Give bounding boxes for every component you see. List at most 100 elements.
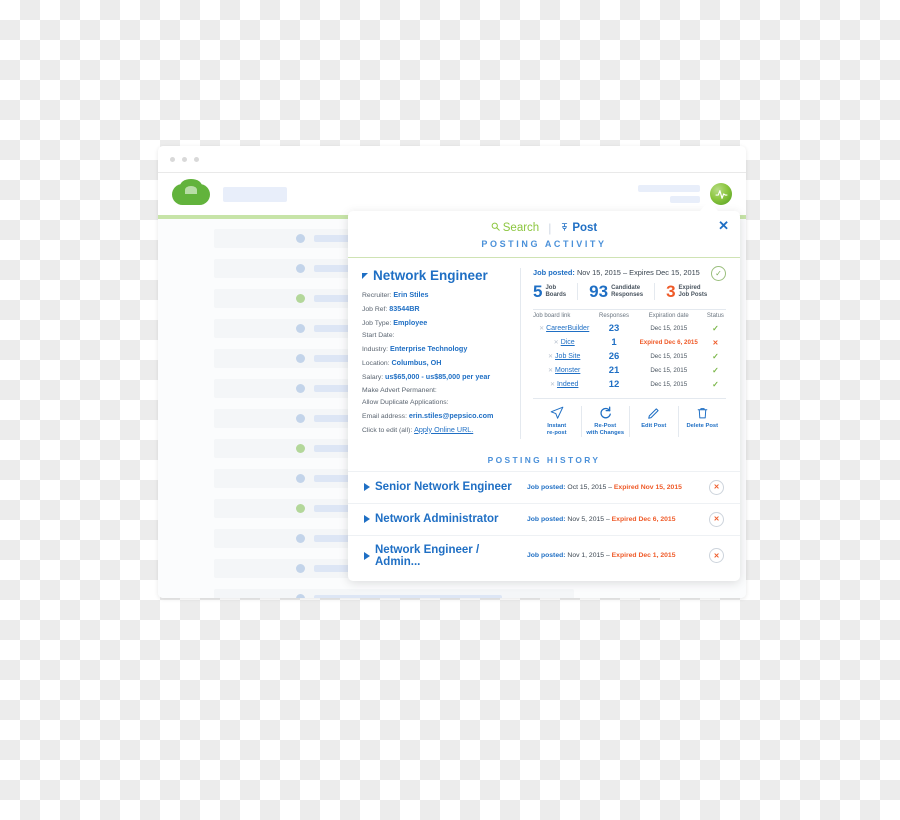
check-circle-icon: ✓	[711, 266, 726, 281]
cell-board: ✕ Job Site	[533, 350, 595, 364]
action-trash[interactable]: Delete Post	[677, 405, 727, 438]
cell-board: ✕ Indeed	[533, 377, 595, 391]
cell-expiration: Dec 15, 2015	[650, 366, 688, 374]
pencil-icon	[630, 406, 678, 420]
status-dot	[296, 384, 305, 393]
table-row: ✕ Dice 1 Expired Dec 6, 2015 ✕	[533, 336, 726, 350]
history-meta: Job posted: Nov 5, 2015 – Expired Dec 6,…	[527, 515, 676, 523]
cell-status: ✕	[705, 336, 726, 350]
cell-expiration: Expired Dec 6, 2015	[639, 339, 698, 347]
activity-stats: 5 Job Boards 93 Candidate Responses 3 Expired Jo…	[533, 283, 726, 300]
job-field-label: Start Date:	[362, 332, 395, 340]
history-meta: Job posted: Nov 1, 2015 – Expired Dec 1,…	[527, 552, 676, 560]
board-link[interactable]: CareerBuilder	[546, 325, 589, 332]
job-field: Start Date:	[362, 332, 510, 340]
col-expiration: Expiration date	[648, 313, 689, 319]
job-detail-column: Network Engineer Recruiter: Erin Stiles J…	[362, 268, 521, 439]
status-dot	[296, 534, 305, 543]
history-row[interactable]: Network Engineer / Admin... Job posted: N…	[348, 534, 740, 576]
check-icon: ✓	[712, 379, 719, 389]
job-field-label: Salary:	[362, 374, 384, 382]
expand-triangle-icon	[364, 483, 370, 492]
table-row: ✕ Job Site 26 Dec 15, 2015 ✓	[533, 350, 726, 364]
job-field-value: Columbus, OH	[391, 358, 442, 368]
post-actions: Instant re-post Re-Post with Changes Edit Po…	[533, 397, 727, 438]
board-link[interactable]: Indeed	[557, 381, 578, 388]
app-navbar	[158, 173, 746, 215]
status-dot	[296, 264, 305, 273]
board-link[interactable]: Dice	[561, 339, 575, 346]
job-field-value: erin.stiles@pepsico.com	[408, 410, 494, 420]
remove-board-icon[interactable]: ✕	[548, 354, 553, 360]
action-label: Re-Post with Changes	[586, 422, 625, 437]
job-title: Network Engineer	[373, 268, 488, 283]
remove-history-icon[interactable]: ✕	[709, 511, 724, 527]
job-field-label: Job Ref:	[362, 306, 388, 314]
search-icon	[491, 222, 500, 234]
remove-history-icon[interactable]: ✕	[709, 479, 724, 495]
posting-history-title: POSTING HISTORY	[487, 454, 601, 465]
history-meta: Job posted: Oct 15, 2015 – Expired Nov 1…	[527, 483, 682, 491]
remove-board-icon[interactable]: ✕	[554, 340, 559, 346]
history-job-title: Network Engineer / Admin...	[375, 543, 480, 568]
action-label: Instant re-post	[546, 422, 567, 437]
tab-post[interactable]: Post	[560, 222, 597, 235]
stat-number: 93	[589, 282, 609, 301]
cell-board: ✕ Monster	[533, 363, 595, 377]
close-icon[interactable]: ✕	[718, 219, 729, 232]
history-row[interactable]: Network Administrator Job posted: Nov 5, …	[348, 502, 740, 535]
history-job-title: Senior Network Engineer	[375, 481, 512, 494]
job-boards-thead: Job board link Responses Expiration date…	[533, 310, 726, 323]
remove-board-icon[interactable]: ✕	[548, 368, 553, 374]
list-item[interactable]	[214, 589, 574, 598]
status-dot	[296, 354, 305, 363]
remove-history-icon[interactable]: ✕	[709, 548, 724, 564]
board-link[interactable]: Monster	[555, 367, 580, 374]
stat-item: 5 Job Boards	[533, 283, 577, 300]
remove-board-icon[interactable]: ✕	[550, 382, 555, 388]
table-row: ✕ CareerBuilder 23 Dec 15, 2015 ✓	[533, 322, 726, 336]
tab-post-label: Post	[572, 222, 598, 234]
stat-number: 5	[533, 282, 543, 301]
x-icon: ✕	[712, 339, 719, 347]
job-title-row[interactable]: Network Engineer	[362, 268, 510, 283]
stat-item: 3 Expired Job Posts	[654, 283, 718, 300]
browser-titlebar	[158, 146, 746, 173]
job-field-label: Location:	[362, 360, 390, 368]
window-dot-minimize[interactable]	[182, 156, 187, 162]
action-paper-plane[interactable]: Instant re-post	[533, 406, 581, 437]
job-field-value: Employee	[393, 318, 428, 328]
job-fields-list: Recruiter: Erin Stiles Job Ref: 83544BR Jo…	[362, 290, 510, 435]
action-pencil[interactable]: Edit Post	[629, 405, 678, 438]
window-dot-maximize[interactable]	[194, 156, 199, 162]
nav-search-placeholder[interactable]	[223, 186, 287, 202]
app-logo[interactable]	[172, 178, 210, 205]
col-responses: Responses	[598, 313, 630, 319]
history-row[interactable]: Senior Network Engineer Job posted: Oct 1…	[348, 470, 740, 503]
job-field-label: Job Type:	[362, 320, 392, 328]
status-dot	[296, 594, 305, 598]
job-field-value[interactable]: Apply Online URL.	[414, 425, 473, 434]
cell-responses: 23	[608, 323, 620, 335]
cell-responses: 26	[608, 350, 620, 362]
paper-plane-icon	[533, 406, 581, 420]
nav-text-placeholder	[638, 185, 700, 203]
board-link[interactable]: Job Site	[555, 353, 580, 360]
job-field: Salary: us$65,000 - us$85,000 per year	[362, 372, 510, 382]
action-refresh[interactable]: Re-Post with Changes	[580, 405, 630, 438]
col-status: Status	[706, 313, 724, 319]
tab-search[interactable]: Search	[491, 222, 539, 234]
posting-activity-popup: Search | Post POSTING ACTIVITY ✕ Network…	[348, 211, 740, 581]
table-row: ✕ Monster 21 Dec 15, 2015 ✓	[533, 363, 726, 377]
job-posted-line: Job posted: Nov 15, 2015 – Expires Dec 1…	[533, 268, 726, 277]
job-field-label: Click to edit (all):	[362, 426, 413, 434]
job-field: Allow Duplicate Applications:	[362, 399, 510, 407]
remove-board-icon[interactable]: ✕	[539, 326, 544, 332]
window-dot-close[interactable]	[170, 156, 175, 162]
job-field-value: Erin Stiles	[393, 290, 429, 299]
check-icon: ✓	[712, 351, 719, 361]
cell-status: ✓	[705, 322, 726, 336]
job-boards-tbody: ✕ CareerBuilder 23 Dec 15, 2015 ✓ ✕ Dice 1 Expir…	[533, 322, 726, 391]
stat-item: 93 Candidate Responses	[577, 283, 654, 300]
pin-icon	[560, 222, 569, 235]
